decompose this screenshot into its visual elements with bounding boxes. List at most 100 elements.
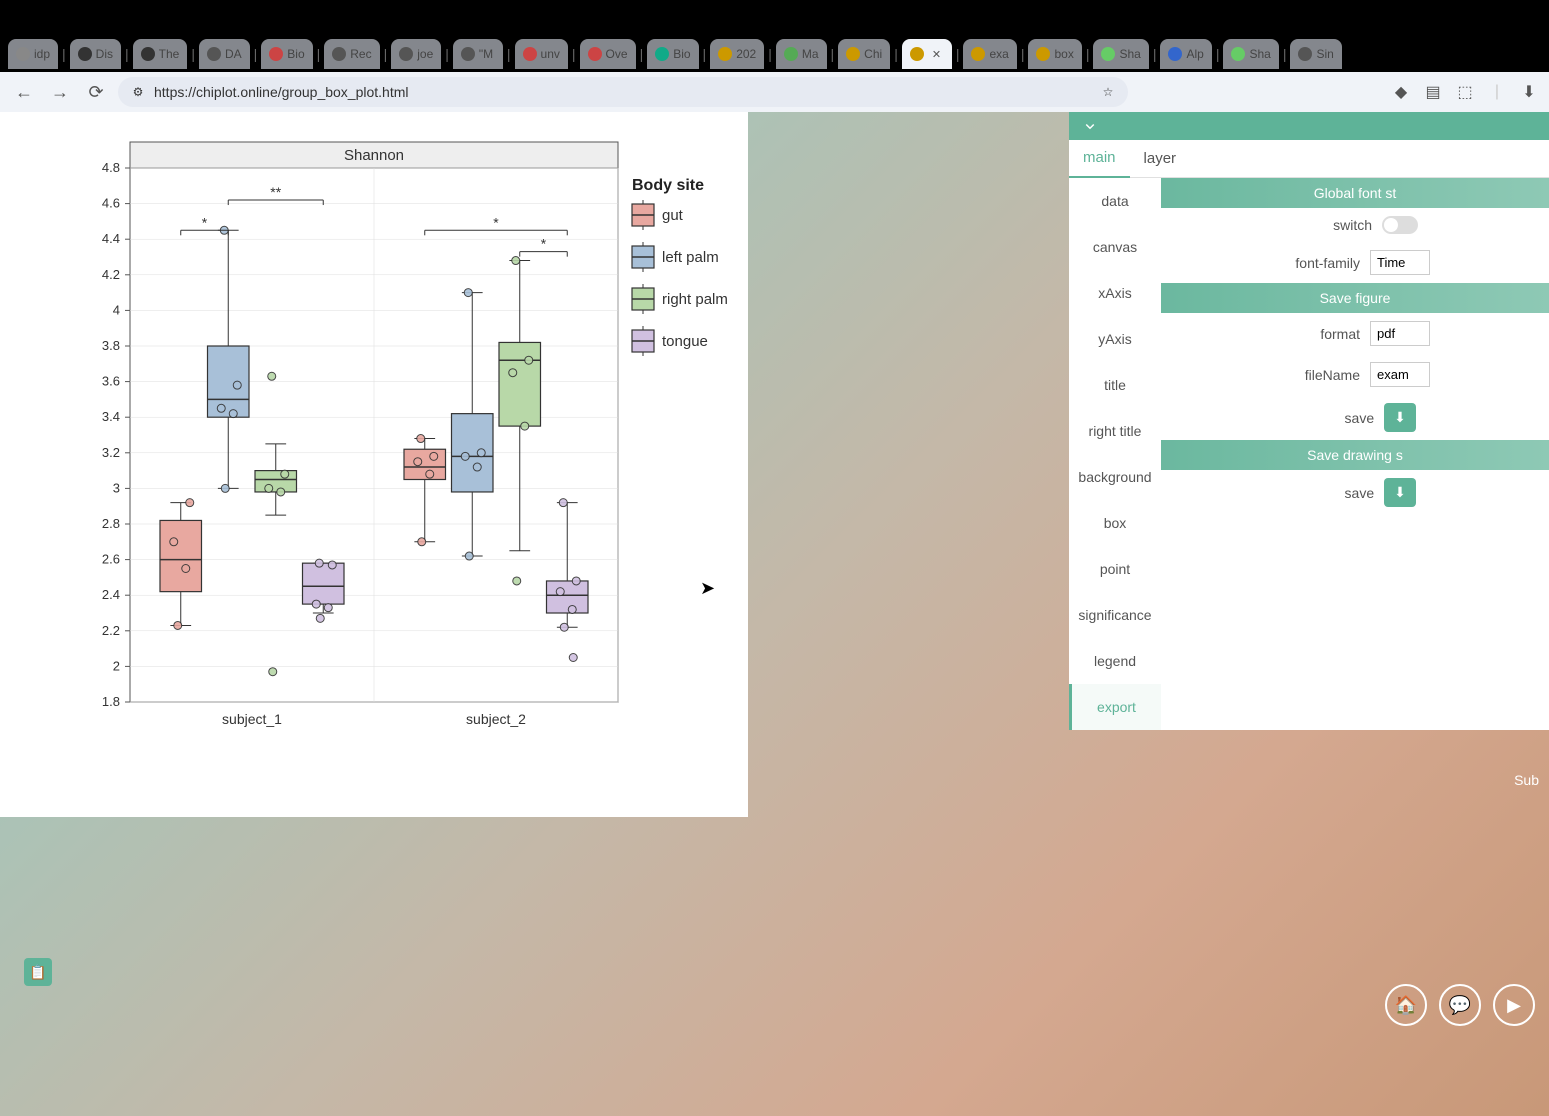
svg-text:4.4: 4.4 [102, 231, 120, 246]
wechat-fab[interactable]: 💬 [1439, 984, 1481, 1026]
tab-label: The [159, 47, 180, 61]
font-family-label: font-family [1280, 255, 1360, 271]
svg-text:subject_2: subject_2 [466, 711, 526, 727]
footer-subscribe[interactable]: Sub [1514, 772, 1539, 788]
star-icon[interactable]: ☆ [1100, 84, 1116, 100]
favicon-icon [1036, 47, 1050, 61]
tab-label: unv [541, 47, 560, 61]
browser-tab[interactable]: Ove [580, 39, 636, 69]
browser-tab[interactable]: The [133, 39, 188, 69]
format-select[interactable] [1370, 321, 1430, 346]
browser-tab[interactable]: unv [515, 39, 568, 69]
reader-icon[interactable]: ▤ [1423, 82, 1443, 102]
tab-label: idp [34, 47, 50, 61]
close-icon[interactable]: ✕ [932, 48, 941, 61]
sidemenu-right-title[interactable]: right title [1069, 408, 1161, 454]
sidemenu-title[interactable]: title [1069, 362, 1161, 408]
browser-tab[interactable]: idp [8, 39, 58, 69]
format-label: format [1280, 326, 1360, 342]
svg-text:3.4: 3.4 [102, 409, 120, 424]
browser-tab[interactable]: "M [453, 39, 503, 69]
sidemenu-canvas[interactable]: canvas [1069, 224, 1161, 270]
sidemenu-export[interactable]: export [1069, 684, 1161, 730]
settings-form: Global font st switch font-family Save f… [1161, 178, 1549, 730]
tab-label: Chi [864, 47, 882, 61]
reload-button[interactable]: ⟳ [82, 78, 110, 106]
browser-tab[interactable]: Sha [1093, 39, 1148, 69]
section-global-font: Global font st [1161, 178, 1549, 208]
url-text: https://chiplot.online/group_box_plot.ht… [154, 84, 409, 100]
svg-text:2.8: 2.8 [102, 516, 120, 531]
tab-label: joe [417, 47, 433, 61]
favicon-icon [784, 47, 798, 61]
tab-label: "M [479, 47, 493, 61]
bilibili-fab[interactable]: ▶ [1493, 984, 1535, 1026]
download-icon[interactable]: ⬇ [1519, 82, 1539, 102]
browser-tab[interactable]: Bio [647, 39, 698, 69]
collapse-header[interactable] [1069, 112, 1549, 140]
back-button[interactable]: ← [10, 78, 38, 106]
favicon-icon [399, 47, 413, 61]
sidemenu-legend[interactable]: legend [1069, 638, 1161, 684]
svg-text:**: ** [270, 184, 281, 200]
home-fab[interactable]: 🏠 [1385, 984, 1427, 1026]
site-settings-icon[interactable]: ⚙ [130, 84, 146, 100]
browser-tab[interactable]: 202 [710, 39, 764, 69]
section-save-figure: Save figure [1161, 283, 1549, 313]
browser-tab[interactable]: Sin [1290, 39, 1341, 69]
sidemenu-background[interactable]: background [1069, 454, 1161, 500]
sidemenu-xAxis[interactable]: xAxis [1069, 270, 1161, 316]
filename-input[interactable] [1370, 362, 1430, 387]
svg-text:*: * [202, 214, 208, 230]
browser-tab[interactable]: Chi [838, 39, 890, 69]
download-icon: ⬇ [1394, 484, 1406, 501]
forward-button[interactable]: → [46, 78, 74, 106]
browser-tab[interactable]: ✕ [902, 39, 952, 69]
url-bar[interactable]: ⚙ https://chiplot.online/group_box_plot.… [118, 77, 1128, 107]
save2-label: save [1294, 485, 1374, 501]
tab-main[interactable]: main [1069, 140, 1130, 178]
favicon-icon [461, 47, 475, 61]
tab-layer[interactable]: layer [1130, 140, 1191, 178]
browser-tab[interactable]: joe [391, 39, 441, 69]
clipboard-button[interactable]: 📋 [24, 958, 52, 986]
puzzle-icon[interactable]: ⬚ [1455, 82, 1475, 102]
save-drawing-button[interactable]: ⬇ [1384, 478, 1416, 507]
global-font-switch[interactable] [1382, 216, 1418, 234]
sidemenu-data[interactable]: data [1069, 178, 1161, 224]
page-content: Shannon1.822.22.42.62.833.23.43.63.844.2… [0, 112, 1549, 1116]
save-figure-button[interactable]: ⬇ [1384, 403, 1416, 432]
sidemenu-yAxis[interactable]: yAxis [1069, 316, 1161, 362]
browser-tab[interactable]: Alp [1160, 39, 1211, 69]
browser-tab[interactable]: Bio [261, 39, 312, 69]
svg-text:4: 4 [113, 302, 120, 317]
favicon-icon [16, 47, 30, 61]
browser-tab[interactable]: Sha [1223, 39, 1278, 69]
extension-icon[interactable]: ◆ [1391, 82, 1411, 102]
settings-tabs: main layer [1069, 140, 1549, 178]
browser-tab[interactable]: Rec [324, 39, 379, 69]
svg-text:1.8: 1.8 [102, 694, 120, 709]
svg-text:2.2: 2.2 [102, 623, 120, 638]
svg-text:3: 3 [113, 480, 120, 495]
sidemenu-significance[interactable]: significance [1069, 592, 1161, 638]
svg-text:gut: gut [662, 207, 684, 224]
browser-tab[interactable]: box [1028, 39, 1081, 69]
switch-label: switch [1292, 217, 1372, 233]
favicon-icon [1168, 47, 1182, 61]
sidemenu-point[interactable]: point [1069, 546, 1161, 592]
browser-tab[interactable]: exa [963, 39, 1016, 69]
svg-text:3.8: 3.8 [102, 338, 120, 353]
svg-text:2: 2 [113, 658, 120, 673]
favicon-icon [971, 47, 985, 61]
favicon-icon [846, 47, 860, 61]
sidemenu-box[interactable]: box [1069, 500, 1161, 546]
svg-text:tongue: tongue [662, 333, 708, 350]
chevron-down-icon [1081, 117, 1099, 135]
browser-tab[interactable]: Ma [776, 39, 827, 69]
browser-tab[interactable]: DA [199, 39, 250, 69]
font-family-select[interactable] [1370, 250, 1430, 275]
settings-panel: main layer datacanvasxAxisyAxistitlerigh… [1069, 112, 1549, 730]
browser-tab[interactable]: Dis [70, 39, 121, 69]
favicon-icon [332, 47, 346, 61]
